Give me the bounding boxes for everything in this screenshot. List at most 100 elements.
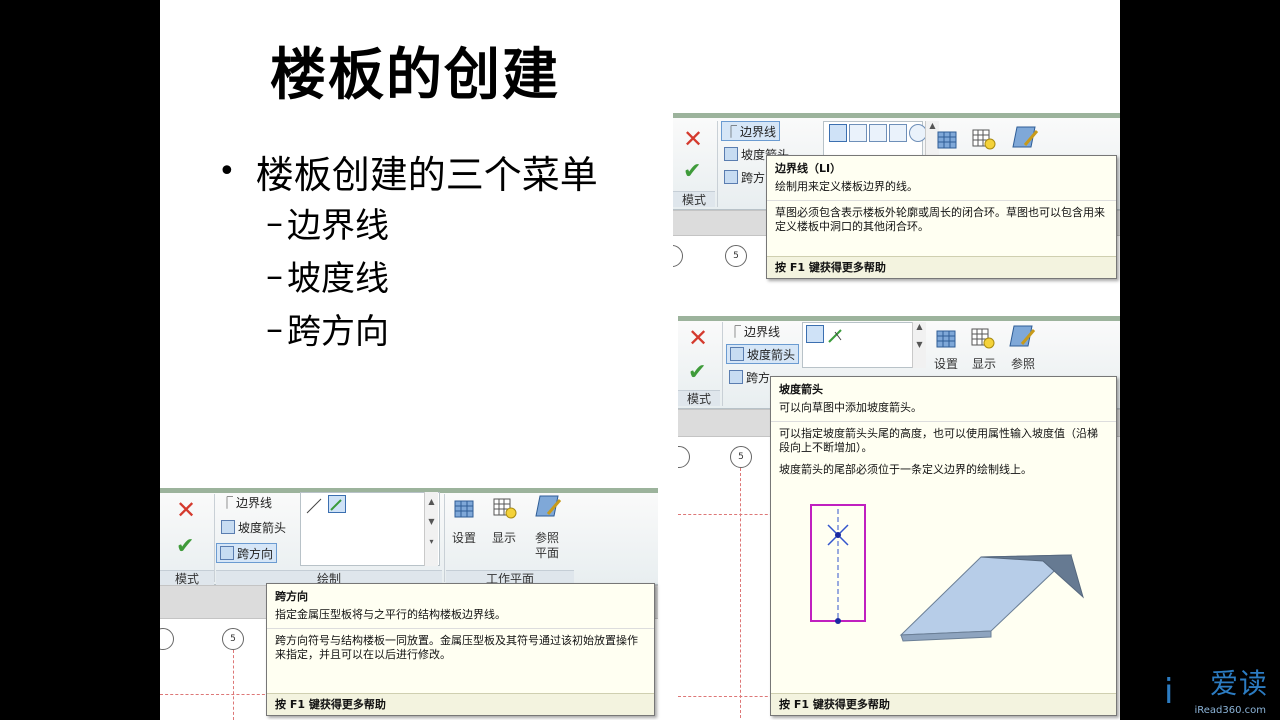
gallery-scrollbar[interactable]: ▲ ▼ bbox=[912, 322, 926, 368]
slope-arrow-tail-point bbox=[835, 618, 841, 624]
slope-arrow-icon bbox=[730, 347, 744, 361]
slope-arrow-head-point bbox=[835, 532, 841, 538]
rectangle-icon[interactable] bbox=[849, 124, 867, 142]
tool-label: 边界线 bbox=[236, 495, 273, 510]
boundary-line-icon: ⎾ bbox=[725, 124, 738, 139]
dash: – bbox=[266, 255, 283, 296]
tooltip-title: 坡度箭头 bbox=[779, 383, 823, 396]
sub-item-text: 边界线 bbox=[287, 206, 389, 246]
iread-logo-url: iRead360.com bbox=[1194, 705, 1266, 716]
tool-label: 边界线 bbox=[744, 324, 781, 339]
set-workplane-icon[interactable] bbox=[934, 326, 960, 350]
ref-plane-label: 参照 bbox=[534, 531, 559, 545]
show-label: 显示 bbox=[971, 357, 996, 371]
boundary-line-icon: ⎾ bbox=[729, 324, 742, 339]
set-label: 设置 bbox=[451, 531, 476, 545]
tool-label: 跨方 bbox=[746, 370, 771, 385]
bullet-dot: • bbox=[218, 153, 236, 189]
line-icon[interactable] bbox=[829, 124, 847, 142]
slide-title: 楼板的创建 bbox=[270, 43, 560, 108]
boundary-line-icon: ⎾ bbox=[221, 495, 234, 510]
cancel-icon[interactable]: ✕ bbox=[176, 498, 196, 522]
tooltip-body: 坡度箭头的尾部必须位于一条定义边界的绘制线上。 bbox=[779, 463, 1032, 476]
grid-line bbox=[678, 696, 778, 697]
slope-arrow-sketch bbox=[810, 504, 866, 622]
ref-plane-icon[interactable] bbox=[1008, 322, 1036, 347]
bullet-main: • 楼板创建的三个菜单 bbox=[218, 146, 598, 197]
span-direction-icon bbox=[220, 546, 234, 560]
tooltip-summary: 可以向草图中添加坡度箭头。 bbox=[771, 397, 1116, 422]
mode-group-label: 模式 bbox=[673, 191, 715, 207]
slope-arrow-icon bbox=[221, 520, 235, 534]
span-direction-icon bbox=[729, 370, 743, 384]
pick-line-icon[interactable] bbox=[826, 325, 844, 343]
ref-plane-icon[interactable] bbox=[534, 492, 562, 517]
show-label: 显示 bbox=[491, 531, 516, 545]
span-direction-tool[interactable]: 跨方 bbox=[721, 167, 768, 187]
pick-line-icon[interactable] bbox=[328, 495, 346, 513]
finish-icon[interactable]: ✔ bbox=[683, 161, 701, 183]
slope-arrow-tool[interactable]: 坡度箭头 bbox=[726, 344, 800, 364]
tool-label: 坡度箭头 bbox=[747, 347, 796, 362]
polygon-icon[interactable] bbox=[869, 124, 887, 142]
sub-item-boundary: – 边界线 bbox=[266, 196, 598, 249]
line-icon[interactable] bbox=[304, 496, 322, 514]
tooltip-footer: 按 F1 键获得更多帮助 bbox=[771, 693, 1116, 715]
sub-item-text: 坡度线 bbox=[287, 259, 389, 299]
grid-line bbox=[233, 650, 234, 720]
grid-line bbox=[678, 514, 778, 515]
grid-bubble: 5 bbox=[222, 628, 244, 650]
finish-icon[interactable]: ✔ bbox=[688, 362, 706, 384]
finish-icon[interactable]: ✔ bbox=[176, 536, 194, 558]
grid-line bbox=[740, 468, 741, 718]
boundary-line-tool[interactable]: ⎾ 边界线 bbox=[721, 121, 781, 141]
bullet-list: • 楼板创建的三个菜单 – 边界线 – 坡度线 – 跨方向 bbox=[218, 146, 598, 355]
tooltip-body: 草图必须包含表示楼板外轮廓或周长的闭合环。草图也可以包含用来定义楼板中洞口的其他… bbox=[775, 206, 1105, 233]
ref-plane-icon[interactable] bbox=[1011, 123, 1039, 148]
grid-bubble: 5 bbox=[725, 245, 747, 267]
circumscribed-polygon-icon[interactable] bbox=[889, 124, 907, 142]
boundary-line-tool[interactable]: ⎾ 边界线 bbox=[218, 492, 275, 512]
tooltip-title: 跨方向 bbox=[275, 590, 308, 603]
set-label: 设置 bbox=[933, 357, 958, 371]
show-workplane-icon[interactable] bbox=[971, 127, 997, 151]
tool-label: 坡度箭头 bbox=[238, 520, 287, 535]
tooltip-body: 可以指定坡度箭头头尾的高度，也可以使用属性输入坡度值（沿梯段向上不断增加）。 bbox=[779, 427, 1098, 454]
slope-arrow-tool[interactable]: 坡度箭头 bbox=[218, 517, 289, 537]
boundary-line-tool[interactable]: ⎾ 边界线 bbox=[726, 321, 783, 341]
tooltip-footer: 按 F1 键获得更多帮助 bbox=[767, 256, 1116, 278]
show-workplane-icon[interactable] bbox=[492, 496, 518, 520]
iread-logo-text: 爱读 bbox=[1209, 667, 1268, 700]
tool-label: 跨方 bbox=[741, 170, 766, 185]
separator bbox=[717, 121, 718, 207]
dash: – bbox=[266, 202, 283, 243]
span-direction-tool[interactable]: 跨方向 bbox=[216, 543, 278, 563]
slab-top bbox=[899, 554, 1073, 636]
sub-item-slope: – 坡度线 bbox=[266, 249, 598, 302]
tooltip-title: 边界线（LI） bbox=[775, 162, 842, 175]
cancel-icon[interactable]: ✕ bbox=[683, 127, 703, 151]
mode-group-label: 模式 bbox=[678, 390, 720, 406]
bullet-main-text: 楼板创建的三个菜单 bbox=[255, 152, 598, 197]
slope-arrow-icon bbox=[724, 147, 738, 161]
gallery-scrollbar[interactable]: ▲ ▼ ▾ bbox=[424, 492, 438, 566]
grid-line bbox=[160, 694, 270, 695]
tool-label: 边界线 bbox=[740, 124, 777, 139]
sub-item-span: – 跨方向 bbox=[266, 302, 598, 355]
tool-label: 跨方向 bbox=[237, 546, 274, 561]
mode-group-label: 模式 bbox=[160, 570, 214, 586]
separator bbox=[444, 494, 445, 582]
slide: 楼板的创建 • 楼板创建的三个菜单 – 边界线 – 坡度线 – 跨方向 ✕ ✔ 模式 ⎾… bbox=[160, 0, 1120, 720]
tooltip-body: 跨方向符号与结构楼板一同放置。金属压型板及其符号通过该初始放置操作来指定，并且可… bbox=[275, 634, 638, 661]
ref-plane-label-2: 平面 bbox=[534, 546, 559, 560]
span-direction-tool[interactable]: 跨方 bbox=[726, 367, 773, 387]
slope-illustration bbox=[810, 504, 1084, 642]
set-workplane-icon[interactable] bbox=[935, 127, 961, 151]
sub-item-text: 跨方向 bbox=[287, 312, 389, 352]
line-icon[interactable] bbox=[806, 325, 824, 343]
tooltip-summary: 指定金属压型板将与之平行的结构楼板边界线。 bbox=[267, 604, 654, 629]
cancel-icon[interactable]: ✕ bbox=[688, 326, 708, 350]
show-workplane-icon[interactable] bbox=[970, 326, 996, 350]
ref-plane-label: 参照 bbox=[1010, 357, 1035, 371]
set-workplane-icon[interactable] bbox=[452, 496, 478, 520]
